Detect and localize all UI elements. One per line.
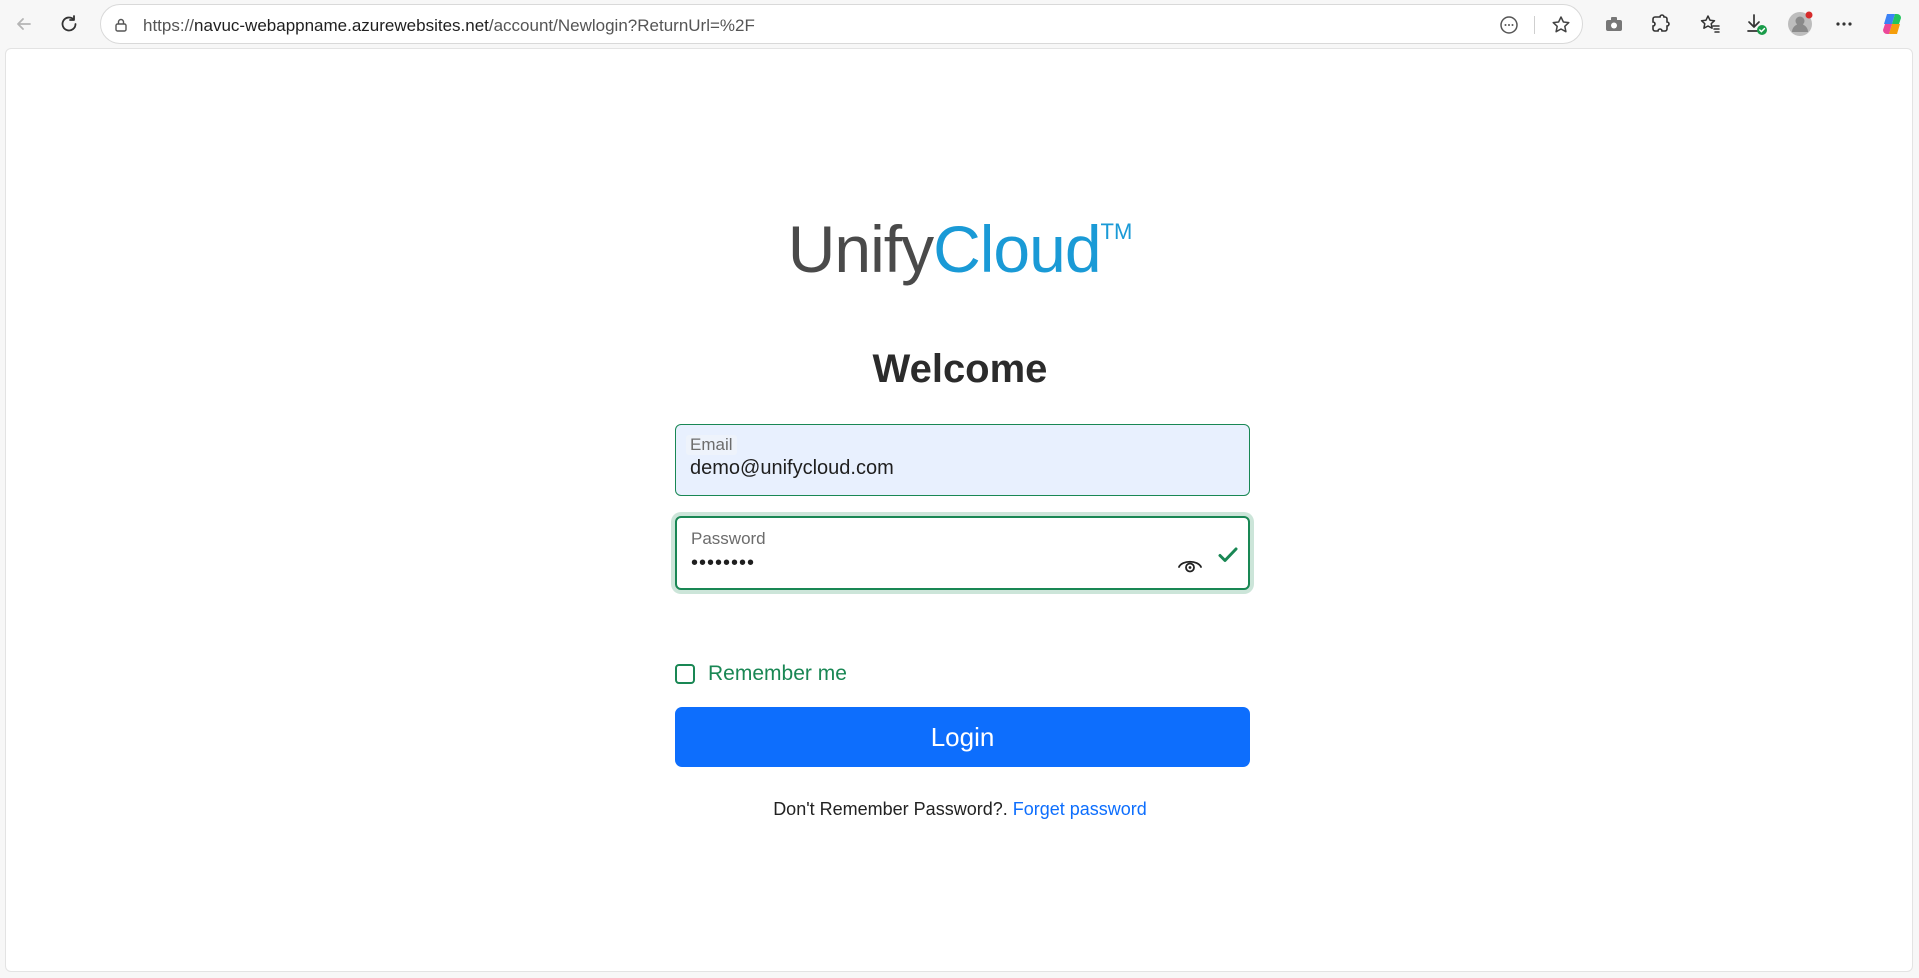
downloads-icon[interactable] bbox=[1740, 8, 1772, 40]
refresh-icon[interactable] bbox=[53, 8, 85, 40]
forgot-password-prompt: Don't Remember Password?. bbox=[773, 799, 1008, 819]
profile-icon[interactable] bbox=[1784, 8, 1816, 40]
password-field[interactable]: Password bbox=[675, 516, 1250, 590]
extensions-icon[interactable] bbox=[1644, 8, 1676, 40]
screenshot-icon[interactable] bbox=[1598, 8, 1630, 40]
site-info-icon[interactable] bbox=[111, 15, 131, 35]
forgot-password-row: Don't Remember Password?. Forget passwor… bbox=[6, 799, 1914, 820]
back-arrow-icon[interactable] bbox=[8, 8, 40, 40]
brand-logo: UnifyCloudTM bbox=[6, 211, 1914, 287]
favorite-star-icon[interactable] bbox=[1547, 11, 1575, 39]
login-button[interactable]: Login bbox=[675, 707, 1250, 767]
forgot-password-link[interactable]: Forget password bbox=[1013, 799, 1147, 819]
email-label: Email bbox=[686, 435, 737, 455]
show-password-eye-icon[interactable] bbox=[1175, 554, 1205, 576]
url-text[interactable]: https://navuc-webappname.azurewebsites.n… bbox=[143, 16, 755, 36]
more-icon[interactable] bbox=[1828, 8, 1860, 40]
page-viewport: UnifyCloudTM Welcome Email Password Reme… bbox=[5, 48, 1913, 972]
remember-me-label[interactable]: Remember me bbox=[708, 662, 847, 686]
welcome-heading: Welcome bbox=[872, 347, 1048, 391]
copilot-icon[interactable] bbox=[1876, 8, 1908, 40]
favorites-icon[interactable] bbox=[1694, 8, 1726, 40]
url-scheme: https:// bbox=[143, 16, 195, 35]
email-field[interactable]: Email bbox=[675, 424, 1250, 496]
email-input[interactable] bbox=[690, 457, 1150, 480]
read-aloud-icon[interactable] bbox=[1495, 11, 1523, 39]
brand-cloud: Cloud bbox=[933, 212, 1101, 286]
valid-check-icon bbox=[1215, 542, 1241, 568]
brand-trademark: TM bbox=[1100, 219, 1133, 244]
url-path: /account/Newlogin?ReturnUrl=%2F bbox=[488, 16, 755, 35]
brand-unify: Unify bbox=[787, 212, 934, 286]
address-bar[interactable]: https://navuc-webappname.azurewebsites.n… bbox=[100, 4, 1583, 44]
remember-me-row[interactable]: Remember me bbox=[675, 662, 847, 686]
browser-toolbar: https://navuc-webappname.azurewebsites.n… bbox=[0, 0, 1919, 48]
address-divider bbox=[1534, 16, 1535, 34]
password-label: Password bbox=[691, 529, 766, 548]
remember-me-checkbox[interactable] bbox=[675, 664, 695, 684]
url-host: navuc-webappname.azurewebsites.net bbox=[194, 16, 489, 35]
password-input[interactable] bbox=[691, 552, 1151, 575]
